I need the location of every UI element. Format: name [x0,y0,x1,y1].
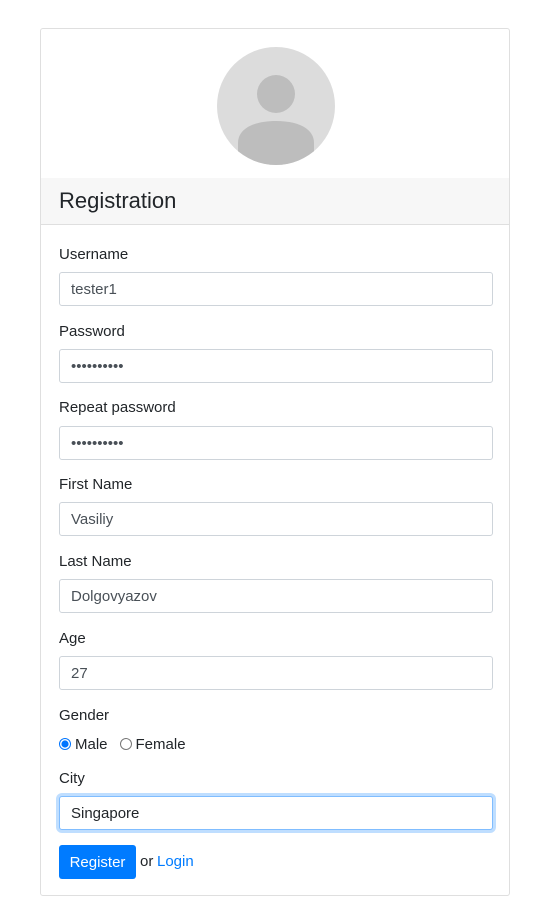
gender-option-label: Female [135,735,186,753]
password-label: Password [59,323,125,340]
gender-radio-group: Male Female [59,734,198,754]
age-field[interactable] [59,656,493,690]
gender-radio-female[interactable] [119,738,132,750]
gender-radio-male[interactable] [59,738,71,750]
gender-option-male[interactable]: Male [59,736,108,753]
username-field[interactable] [59,272,493,306]
username-label: Username [59,246,129,263]
page-title: Registration [59,188,177,213]
last-name-label: Last Name [59,553,132,570]
register-button[interactable]: Register [59,845,136,879]
gender-option-label: Male [75,735,108,753]
user-silhouette-icon [238,75,314,165]
gender-option-female[interactable]: Female [119,735,186,753]
city-field[interactable] [59,796,493,830]
city-label: City [59,770,85,787]
first-name-label: First Name [59,476,133,493]
repeat-password-label: Repeat password [59,399,176,416]
login-link[interactable]: Login [157,853,194,871]
gender-label: Gender [59,707,110,724]
or-text: or [140,853,154,870]
last-name-field[interactable] [59,579,493,613]
card-header: Registration [41,178,509,225]
first-name-field[interactable] [59,502,493,536]
avatar [217,47,335,165]
age-label: Age [59,630,86,647]
password-field[interactable] [59,349,493,383]
registration-card: Registration Username Password Repeat pa… [40,28,510,896]
repeat-password-field[interactable] [59,426,493,460]
